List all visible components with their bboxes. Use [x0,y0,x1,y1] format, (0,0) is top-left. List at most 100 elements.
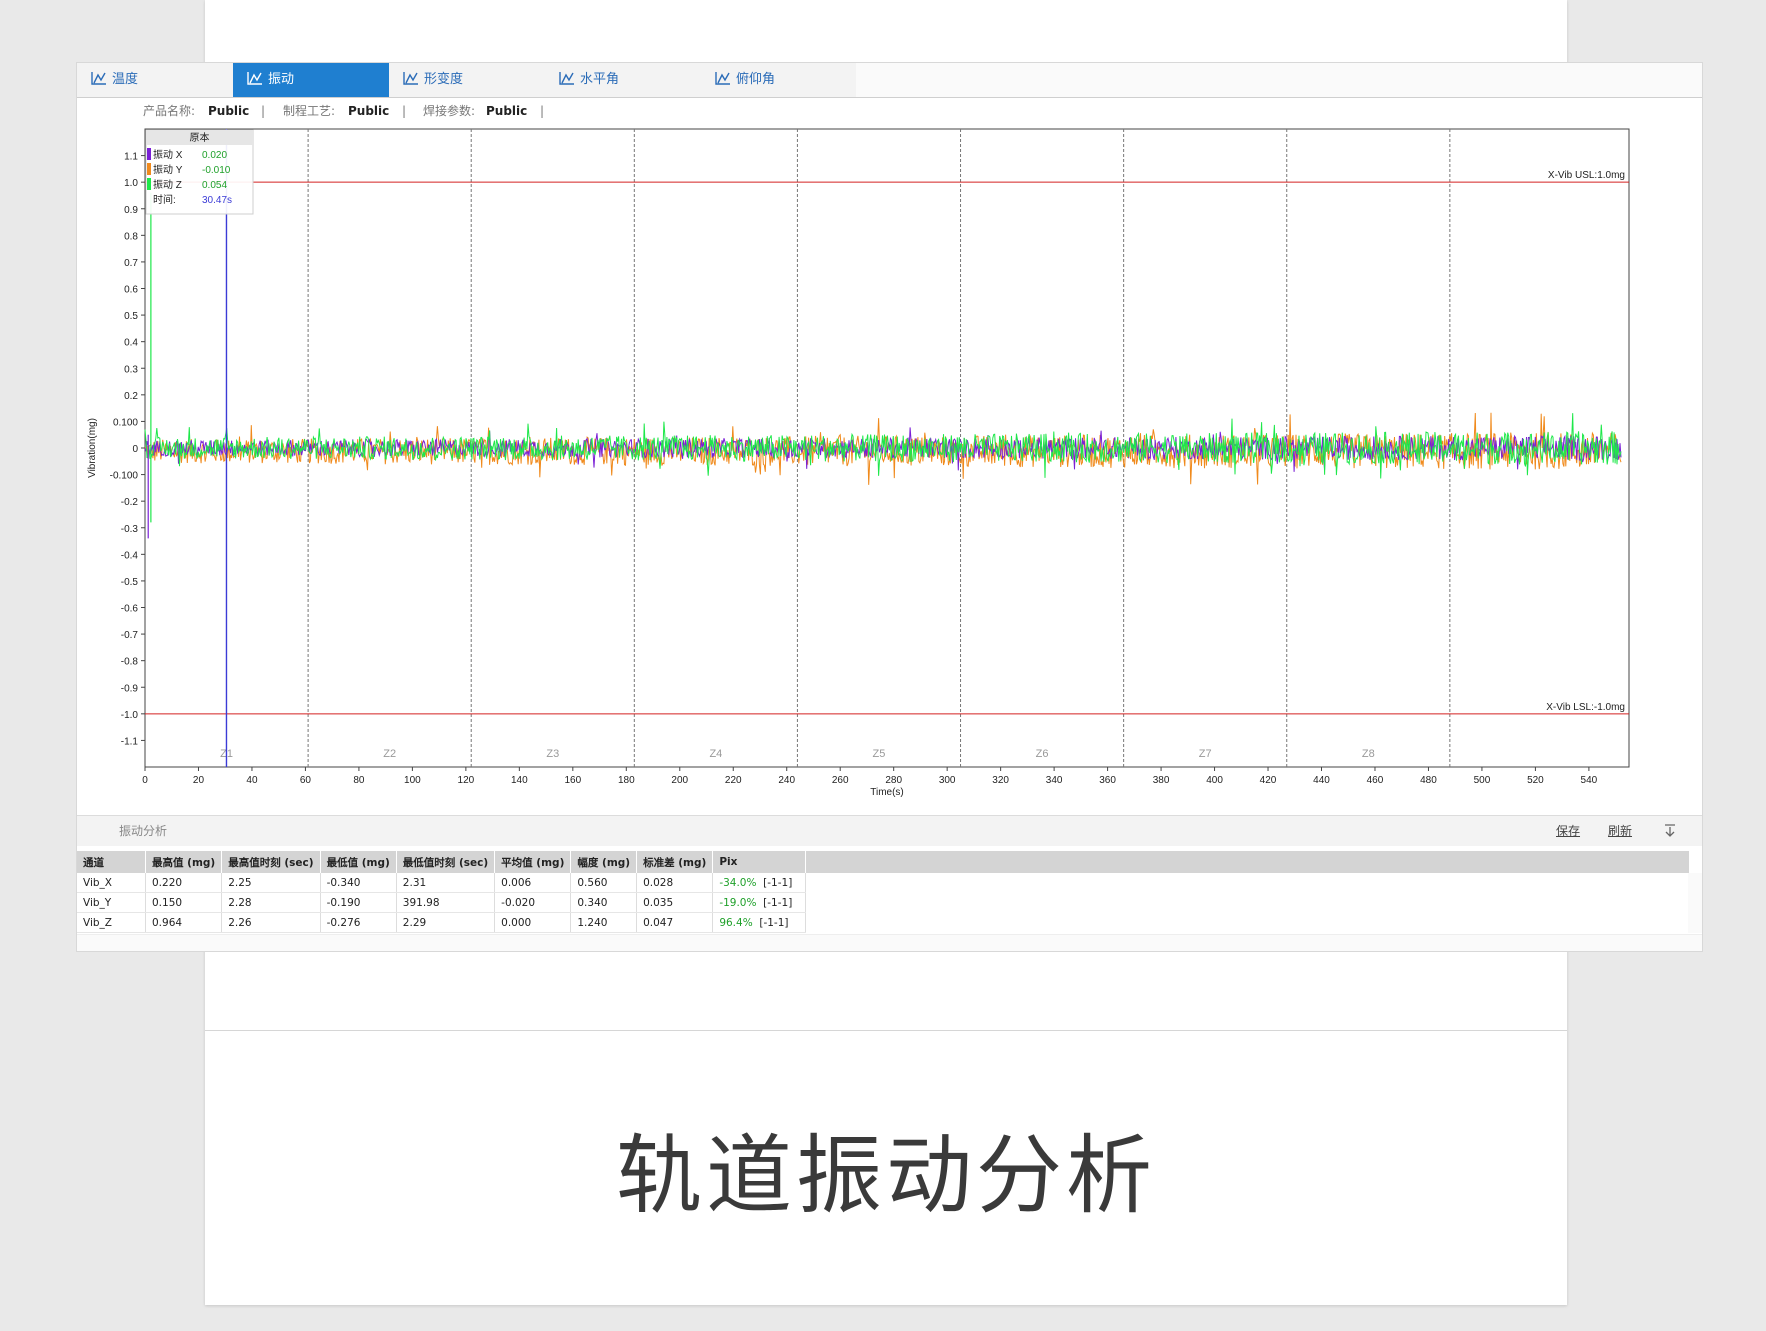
y-tick-label: -0.8 [121,657,139,668]
cell-stddev: 0.047 [636,912,714,933]
column-header[interactable]: 通道 [77,851,146,873]
tab-deformation[interactable]: 形变度 [389,63,545,97]
tab-horizontal-angle[interactable]: 水平角 [545,63,701,97]
tab-vibration[interactable]: 振动 [233,63,389,97]
table-row[interactable]: Vib_Z 0.964 2.26 -0.276 2.29 0.000 1.240… [77,912,807,933]
column-header[interactable]: 幅度 (mg) [570,851,638,873]
y-tick-label: -0.9 [121,683,139,694]
y-tick-label: 0 [132,444,138,455]
tooltip-swatch [147,178,151,190]
cell-max-time: 2.26 [221,912,321,933]
horizontal-scrollbar[interactable] [77,934,1702,951]
y-tick-label: -1.0 [121,710,139,721]
download-icon[interactable] [1662,823,1678,839]
tab-label: 水平角 [580,72,620,87]
limit-label: X-Vib USL:1.0mg [1548,170,1625,181]
column-header[interactable]: 最低值时刻 (sec) [396,851,496,873]
vertical-scrollbar[interactable] [1688,873,1702,933]
y-tick-label: -1.1 [121,736,139,747]
x-tick-label: 0 [142,775,148,786]
zone-label: Z8 [1362,748,1375,760]
x-tick-label: 540 [1581,775,1598,786]
x-tick-label: 160 [564,775,581,786]
y-tick-label: 1.1 [124,152,138,163]
zone-label: Z7 [1199,748,1212,760]
tab-label: 俯仰角 [736,72,776,87]
table-row[interactable]: Vib_X 0.220 2.25 -0.340 2.31 0.006 0.560… [77,873,807,893]
cell-min-time: 2.29 [396,912,496,933]
cell-pix: -19.0% [-1-1] [712,892,807,913]
tooltip-value: 0.054 [202,180,227,191]
pix-range: [-1-1] [759,916,789,929]
tooltip-value: 0.020 [202,150,227,161]
cell-mean: 0.000 [494,912,572,933]
cell-max-time: 2.25 [221,873,321,893]
cell-pix: -34.0% [-1-1] [712,873,807,893]
pix-percent: 96.4% [719,916,753,929]
save-button[interactable]: 保存 [1556,816,1580,846]
cell-range: 0.560 [570,873,638,893]
cell-channel: Vib_X [77,873,146,893]
tab-label: 振动 [268,72,295,87]
table-header-filler [781,851,1689,873]
y-tick-label: 0.9 [124,205,138,216]
x-tick-label: 520 [1527,775,1544,786]
analysis-title: 振动分析 [119,824,168,838]
tab-label: 形变度 [424,72,464,87]
column-header[interactable]: 标准差 (mg) [636,851,714,873]
x-tick-label: 240 [778,775,795,786]
y-tick-label: 0.4 [124,338,138,349]
tab-pitch-angle[interactable]: 俯仰角 [701,63,856,97]
cell-range: 0.340 [570,892,638,913]
cell-min-time: 2.31 [396,873,496,893]
separator: | [402,104,407,118]
separator: | [261,104,266,118]
cell-mean: -0.020 [494,892,572,913]
page-caption: 轨道振动分析 [616,1126,1156,1226]
zone-label: Z5 [873,748,886,760]
column-header[interactable]: 最高值 (mg) [145,851,223,873]
tooltip-swatch [147,148,151,160]
column-header[interactable]: 最高值时刻 (sec) [221,851,321,873]
cell-min: -0.340 [320,873,397,893]
x-tick-label: 340 [1046,775,1063,786]
zone-label: Z2 [383,748,396,760]
x-tick-label: 80 [353,775,365,786]
column-header[interactable]: 平均值 (mg) [494,851,572,873]
column-header[interactable]: 最低值 (mg) [320,851,397,873]
table-row[interactable]: Vib_Y 0.150 2.28 -0.190 391.98 -0.020 0.… [77,892,807,913]
y-tick-label: 0.100 [113,417,138,428]
info-bar: 产品名称: Public | 制程工艺: Public | 焊接参数: Publ… [77,97,1702,125]
x-tick-label: 320 [992,775,1009,786]
cell-min: -0.190 [320,892,397,913]
analysis-table: 通道 最高值 (mg) 最高值时刻 (sec) 最低值 (mg) 最低值时刻 (… [77,851,807,933]
y-tick-label: 0.7 [124,258,138,269]
cell-stddev: 0.035 [636,892,714,913]
vibration-chart[interactable]: Z1Z2Z3Z4Z5Z6Z7Z81.11.00.90.80.70.60.50.4… [77,125,1704,815]
column-header[interactable]: Pix [712,851,807,873]
chart-icon [559,72,574,85]
cell-mean: 0.006 [494,873,572,893]
y-tick-label: -0.5 [121,577,139,588]
x-tick-label: 500 [1474,775,1491,786]
tooltip-label: 振动 Z [153,178,182,191]
x-tick-label: 400 [1206,775,1223,786]
vibration-app-window: 温度 振动 形变度 水平角 俯仰角 产品名称: Public | 制程工艺: P… [76,62,1703,952]
chart-icon [91,72,106,85]
y-tick-label: -0.3 [121,524,139,535]
tooltip-label: 振动 X [153,148,183,161]
refresh-button[interactable]: 刷新 [1608,816,1632,846]
tab-label: 温度 [112,72,139,87]
tab-temperature[interactable]: 温度 [77,63,233,97]
x-tick-label: 380 [1153,775,1170,786]
x-tick-label: 420 [1260,775,1277,786]
x-tick-label: 440 [1313,775,1330,786]
vibration-chart-svg[interactable]: Z1Z2Z3Z4Z5Z6Z7Z81.11.00.90.80.70.60.50.4… [77,125,1704,815]
zone-label: Z4 [709,748,722,760]
x-tick-label: 100 [404,775,421,786]
x-tick-label: 200 [671,775,688,786]
y-tick-label: 0.6 [124,285,138,296]
x-tick-label: 360 [1099,775,1116,786]
y-tick-label: -0.2 [121,497,139,508]
analysis-bar: 振动分析 保存 刷新 [77,815,1702,846]
